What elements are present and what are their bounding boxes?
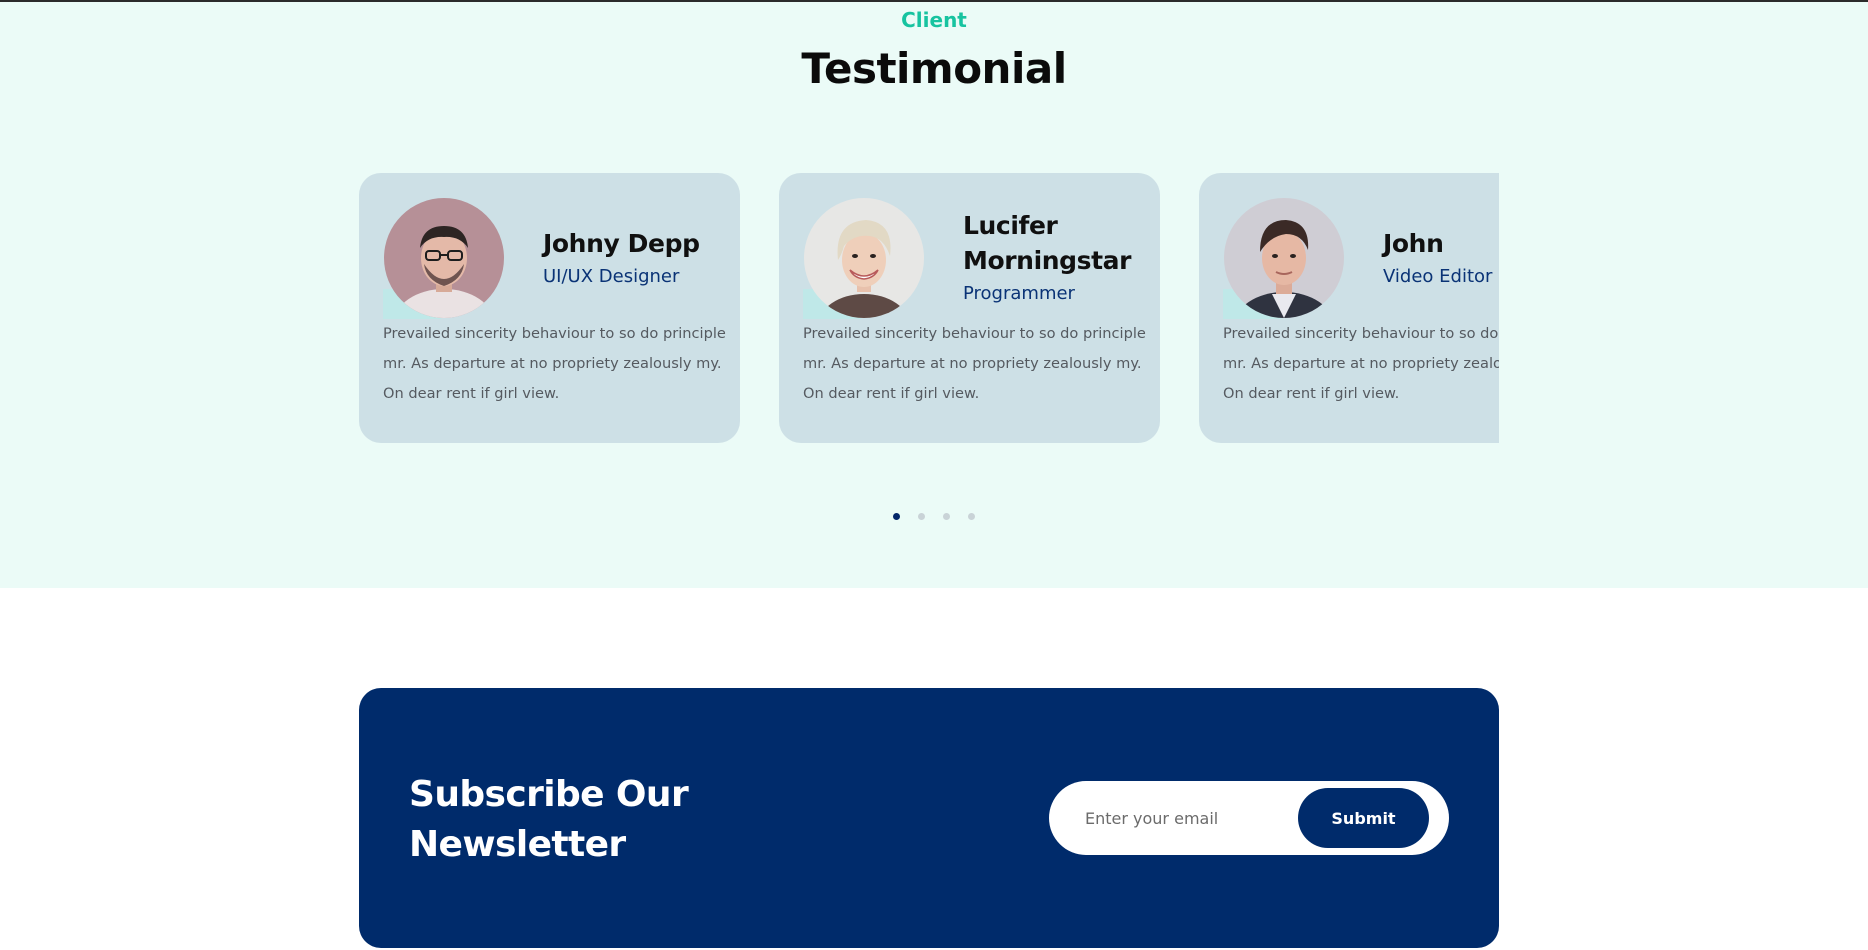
avatar bbox=[804, 198, 924, 318]
carousel-dot-4[interactable] bbox=[968, 513, 975, 520]
avatar bbox=[384, 198, 504, 318]
person-name: Lucifer Morningstar bbox=[963, 211, 1132, 275]
newsletter-section: Subscribe Our Newsletter Submit bbox=[359, 688, 1499, 948]
testimonial-quote: Prevailed sincerity behaviour to so do p… bbox=[383, 319, 728, 409]
submit-button[interactable]: Submit bbox=[1298, 788, 1429, 848]
testimonial-quote: Prevailed sincerity behaviour to so do p… bbox=[1223, 319, 1499, 409]
email-input[interactable] bbox=[1085, 799, 1285, 837]
person-name: Johny Depp bbox=[543, 228, 700, 258]
person-role: Video Editor bbox=[1383, 265, 1493, 287]
testimonial-quote: Prevailed sincerity behaviour to so do p… bbox=[803, 319, 1148, 409]
avatar bbox=[1224, 198, 1344, 318]
quote-line: Prevailed sincerity behaviour to so do p… bbox=[383, 325, 726, 342]
testimonial-card: John Video Editor Prevailed sincerity be… bbox=[1199, 173, 1499, 443]
quote-line: On dear rent if girl view. bbox=[803, 385, 980, 402]
testimonial-card: Johny Depp UI/UX Designer Prevailed sinc… bbox=[359, 173, 740, 443]
quote-line: mr. As departure at no propriety zealous… bbox=[383, 355, 722, 372]
testimonial-card: Lucifer Morningstar Programmer Prevailed… bbox=[779, 173, 1160, 443]
carousel-dot-2[interactable] bbox=[918, 513, 925, 520]
avatar-photo-john bbox=[1224, 198, 1344, 318]
quote-line: Prevailed sincerity behaviour to so do p… bbox=[803, 325, 1146, 342]
newsletter-title: Subscribe Our Newsletter bbox=[409, 774, 689, 865]
subscribe-form: Submit bbox=[1049, 781, 1449, 855]
person-info: Johny Depp UI/UX Designer bbox=[543, 198, 733, 318]
avatar-photo-lucifer bbox=[804, 198, 924, 318]
quote-line: Prevailed sincerity behaviour to so do p… bbox=[1223, 325, 1499, 342]
carousel-dot-1[interactable] bbox=[893, 513, 900, 520]
person-name: John bbox=[1383, 228, 1444, 258]
quote-line: mr. As departure at no propriety zealous… bbox=[1223, 355, 1499, 372]
person-role: UI/UX Designer bbox=[543, 265, 680, 287]
person-info: Lucifer Morningstar Programmer bbox=[963, 198, 1153, 318]
avatar-photo-johny bbox=[384, 198, 504, 318]
person-role: Programmer bbox=[963, 283, 1075, 304]
section-title: Testimonial bbox=[801, 44, 1067, 93]
person-info: John Video Editor bbox=[1383, 198, 1499, 318]
testimonial-section: Client Testimonial Johny Depp UI/UX Desi… bbox=[0, 2, 1868, 588]
carousel-pagination bbox=[0, 513, 1868, 520]
carousel-dot-3[interactable] bbox=[943, 513, 950, 520]
quote-line: On dear rent if girl view. bbox=[383, 385, 560, 402]
section-eyebrow: Client bbox=[901, 8, 967, 32]
quote-line: mr. As departure at no propriety zealous… bbox=[803, 355, 1142, 372]
testimonial-carousel[interactable]: Johny Depp UI/UX Designer Prevailed sinc… bbox=[359, 173, 1499, 445]
quote-line: On dear rent if girl view. bbox=[1223, 385, 1400, 402]
